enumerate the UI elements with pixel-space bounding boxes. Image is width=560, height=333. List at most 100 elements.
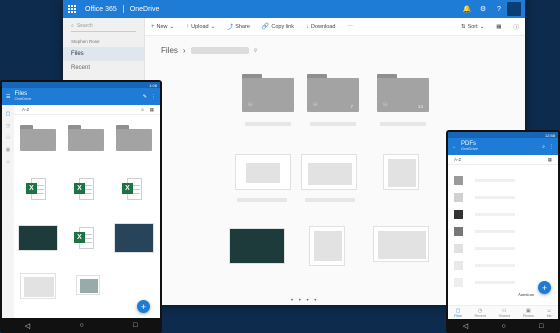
menu-icon[interactable]: ☰: [6, 94, 10, 100]
excel-file[interactable]: X: [74, 178, 94, 200]
folder-tile[interactable]: [116, 125, 152, 151]
add-button[interactable]: +: [538, 281, 551, 294]
file-thumbnail[interactable]: [114, 223, 154, 253]
more-vert-icon[interactable]: ⋮: [151, 94, 156, 100]
list-view-icon[interactable]: ≡: [141, 107, 144, 112]
edit-icon[interactable]: ✎: [143, 94, 147, 100]
app-name[interactable]: OneDrive: [126, 6, 164, 13]
tab-files[interactable]: ▢ Files: [454, 308, 462, 318]
sort-dropdown[interactable]: A-Z: [22, 107, 29, 112]
list-item[interactable]: [451, 192, 555, 204]
tab-label: Shared: [498, 313, 511, 318]
tablet-file-grid: X X X X: [18, 115, 158, 318]
more-vert-icon[interactable]: ⋮: [549, 144, 554, 150]
list-item[interactable]: [451, 260, 555, 272]
folder-tile[interactable]: ⚇: [242, 74, 294, 112]
people-icon: ⚇: [313, 102, 318, 108]
more-button[interactable]: ⋯: [341, 24, 359, 30]
brand-divider: [122, 5, 124, 13]
item-name: [475, 196, 515, 199]
app-launcher-icon[interactable]: [63, 0, 81, 18]
android-phone: 12:58 ← PDFs OneDrive ⌕ ⋮ A-Z ▦ American…: [446, 130, 560, 333]
file-name: [245, 122, 291, 126]
breadcrumb-current[interactable]: [190, 47, 249, 54]
back-icon[interactable]: ◁: [463, 322, 468, 330]
search-icon: ⌕: [71, 23, 74, 29]
tab-recent[interactable]: ◷ Recent: [475, 308, 486, 318]
grid-view-icon[interactable]: ▦: [548, 157, 552, 163]
link-icon: 🔗: [261, 24, 270, 30]
nav-item-recent[interactable]: Recent: [63, 61, 144, 75]
list-item[interactable]: [451, 226, 555, 238]
back-arrow-icon[interactable]: ←: [452, 144, 457, 150]
search-box[interactable]: ⌕ Search: [71, 21, 136, 32]
file-name: [310, 122, 356, 126]
file-name: [237, 198, 287, 202]
file-thumbnail[interactable]: [235, 154, 291, 190]
thumb-content: [80, 279, 98, 293]
folder-tile[interactable]: ⚇ 14: [377, 74, 429, 112]
file-thumbnail[interactable]: [20, 273, 56, 299]
phone-subtitle: OneDrive: [461, 146, 478, 152]
more-icon: ⋯: [347, 23, 353, 30]
tab-me[interactable]: ☺ Me: [547, 308, 552, 318]
nav-item-files[interactable]: Files: [63, 47, 144, 61]
recents-icon[interactable]: □: [133, 322, 137, 329]
file-name: [305, 198, 355, 202]
excel-file[interactable]: X: [122, 178, 142, 200]
tablet-screen: 1:08 ☰ Files OneDrive ✎ ⋮ A-Z ≡ ▦ ▢ ◷ ⚇ …: [2, 82, 160, 318]
list-item[interactable]: [451, 243, 555, 255]
item-name: [475, 230, 515, 233]
view-toggle-button[interactable]: ▦: [490, 23, 507, 31]
sort-button[interactable]: ⇅ Sort ⌄: [455, 23, 490, 31]
list-item[interactable]: [451, 175, 555, 187]
folder-tile[interactable]: ⚇ 7: [307, 74, 359, 112]
gear-icon[interactable]: ⚙: [475, 5, 491, 13]
file-thumbnail[interactable]: [76, 275, 100, 295]
upload-button[interactable]: ↑ Upload ⌄: [180, 24, 221, 30]
copy-link-label: Copy link: [271, 23, 294, 30]
folder-tile[interactable]: [68, 125, 104, 151]
me-icon[interactable]: ☺: [2, 159, 14, 165]
suite-name[interactable]: Office 365: [81, 6, 121, 13]
search-icon[interactable]: ⌕: [542, 144, 545, 150]
copy-link-button[interactable]: 🔗 Copy link: [256, 23, 300, 31]
item-name: [475, 264, 515, 267]
share-button[interactable]: ⤴ Share: [221, 22, 256, 32]
new-button[interactable]: + New ⌄: [145, 24, 180, 30]
tab-photos[interactable]: ▣ Photos: [523, 308, 534, 318]
folder-tile[interactable]: [20, 125, 56, 151]
bell-icon[interactable]: 🔔: [459, 5, 475, 13]
photos-icon[interactable]: ▣: [2, 147, 14, 153]
list-item[interactable]: [451, 209, 555, 221]
status-time: 12:58: [544, 132, 555, 138]
file-thumbnail[interactable]: [309, 226, 345, 266]
excel-file[interactable]: X: [74, 227, 94, 249]
shared-icon[interactable]: ⚇: [2, 135, 14, 141]
people-icon: ⚇: [383, 102, 388, 108]
thumb-content: [314, 231, 342, 261]
tab-shared[interactable]: ⚇ Shared: [499, 308, 511, 318]
grid-view-icon[interactable]: ▦: [150, 107, 154, 113]
recent-icon[interactable]: ◷: [2, 123, 14, 129]
home-icon[interactable]: ○: [501, 323, 505, 330]
recents-icon[interactable]: □: [539, 323, 543, 330]
sort-dropdown[interactable]: A-Z: [454, 157, 461, 162]
tab-label: Files: [454, 313, 462, 318]
upload-icon: ↑: [186, 23, 190, 30]
excel-file[interactable]: X: [26, 178, 46, 200]
breadcrumb-root[interactable]: Files: [161, 46, 178, 55]
download-button[interactable]: ↓ Download: [300, 24, 341, 30]
add-button[interactable]: +: [137, 300, 150, 313]
help-icon[interactable]: ?: [491, 6, 507, 13]
avatar[interactable]: [507, 2, 521, 16]
file-thumbnail[interactable]: [373, 226, 429, 262]
info-button[interactable]: ⓘ: [507, 23, 525, 31]
files-icon[interactable]: ▢: [2, 111, 14, 117]
file-thumbnail[interactable]: [18, 225, 58, 251]
file-thumbnail[interactable]: [301, 154, 357, 190]
file-thumbnail[interactable]: [229, 228, 285, 264]
home-icon[interactable]: ○: [79, 322, 83, 329]
file-thumbnail[interactable]: [383, 154, 419, 190]
back-icon[interactable]: ◁: [25, 322, 30, 330]
